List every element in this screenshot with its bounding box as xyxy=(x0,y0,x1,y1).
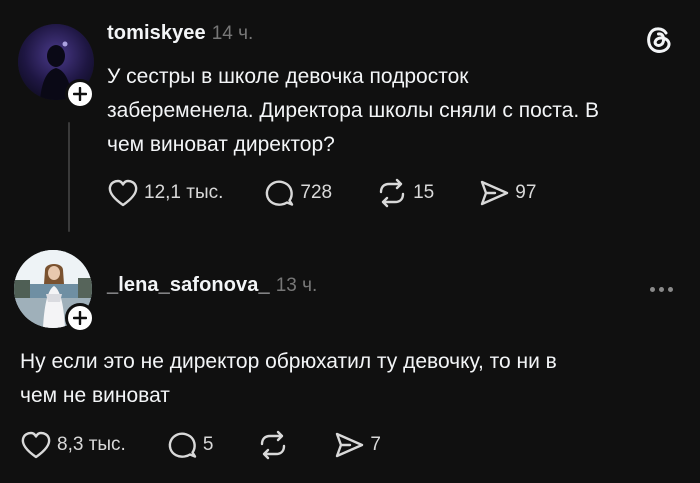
comment-count: 5 xyxy=(202,434,214,455)
plus-icon xyxy=(73,311,87,325)
share-icon xyxy=(336,432,364,458)
post-text-line: забеременела. Директора школы сняли с по… xyxy=(107,99,600,122)
post-username[interactable]: tomiskyee xyxy=(107,22,206,45)
reply-header: _lena_safonova_ 13 ч. xyxy=(107,274,317,297)
share-button[interactable]: 7 xyxy=(333,430,381,460)
repost-icon xyxy=(379,178,405,208)
follow-plus-button[interactable] xyxy=(65,303,95,333)
repost-icon xyxy=(261,430,286,460)
plus-icon xyxy=(73,87,87,101)
like-count: 8,3 тыс. xyxy=(57,434,126,455)
more-icon xyxy=(668,287,673,292)
comment-icon xyxy=(266,180,294,206)
heart-icon xyxy=(21,431,51,459)
comment-count: 728 xyxy=(300,182,333,203)
reply-text-line: чем не виноват xyxy=(20,384,170,407)
reply-text-line: Ну если это не директор обрюхатил ту дев… xyxy=(20,350,557,373)
comment-button[interactable]: 5 xyxy=(166,430,214,460)
comment-icon xyxy=(168,432,197,458)
heart-icon xyxy=(108,179,138,207)
more-options-button[interactable] xyxy=(650,287,673,292)
share-icon xyxy=(481,180,509,206)
threads-logo-icon[interactable] xyxy=(642,22,676,56)
more-icon xyxy=(650,287,655,292)
post-time: 14 ч. xyxy=(211,23,254,44)
thread-line xyxy=(68,122,70,232)
share-button[interactable]: 97 xyxy=(478,178,536,208)
repost-count: 15 xyxy=(413,182,435,203)
post-header: tomiskyee 14 ч. xyxy=(107,22,253,45)
more-icon xyxy=(659,287,664,292)
post-text-line: У сестры в школе девочка подросток xyxy=(107,65,469,88)
follow-plus-button[interactable] xyxy=(65,79,95,109)
reply-time: 13 ч. xyxy=(275,275,318,296)
post-actions: 12,1 тыс. 728 15 97 xyxy=(107,178,536,208)
comment-button[interactable]: 728 xyxy=(263,178,332,208)
repost-button[interactable]: 15 xyxy=(376,178,434,208)
reply-actions: 8,3 тыс. 5 7 xyxy=(20,430,381,460)
like-count: 12,1 тыс. xyxy=(144,182,224,203)
like-button[interactable]: 12,1 тыс. xyxy=(107,178,223,208)
post-text-line: чем виноват директор? xyxy=(107,133,335,156)
share-count: 7 xyxy=(370,434,381,455)
post-text: У сестры в школе девочка подросток забер… xyxy=(107,60,682,162)
share-count: 97 xyxy=(515,182,537,203)
like-button[interactable]: 8,3 тыс. xyxy=(20,430,126,460)
reply-username[interactable]: _lena_safonova_ xyxy=(107,274,270,297)
reply-text: Ну если это не директор обрюхатил ту дев… xyxy=(20,345,685,413)
repost-button[interactable] xyxy=(257,430,289,460)
